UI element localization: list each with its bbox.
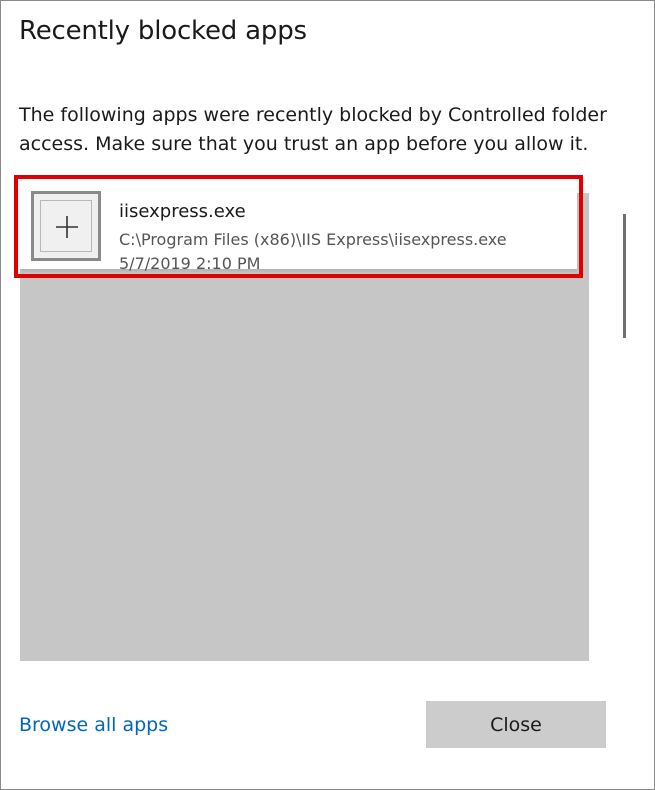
close-button[interactable]: Close bbox=[426, 701, 606, 748]
app-blocked-time: 5/7/2019 2:10 PM bbox=[119, 254, 261, 273]
app-icon-frame bbox=[40, 200, 92, 252]
list-item[interactable] bbox=[20, 181, 577, 269]
dialog-description: The following apps were recently blocked… bbox=[19, 104, 607, 155]
app-path: C:\Program Files (x86)\IIS Express\iisex… bbox=[119, 230, 507, 249]
app-icon-tile bbox=[31, 191, 101, 261]
app-name: iisexpress.exe bbox=[119, 201, 246, 222]
browse-all-apps-link[interactable]: Browse all apps bbox=[19, 714, 168, 736]
dialog-title: Recently blocked apps bbox=[19, 16, 307, 46]
recently-blocked-apps-dialog: Recently blocked apps The following apps… bbox=[0, 0, 655, 790]
plus-icon bbox=[56, 216, 78, 238]
list-scrollbar[interactable] bbox=[623, 214, 626, 338]
